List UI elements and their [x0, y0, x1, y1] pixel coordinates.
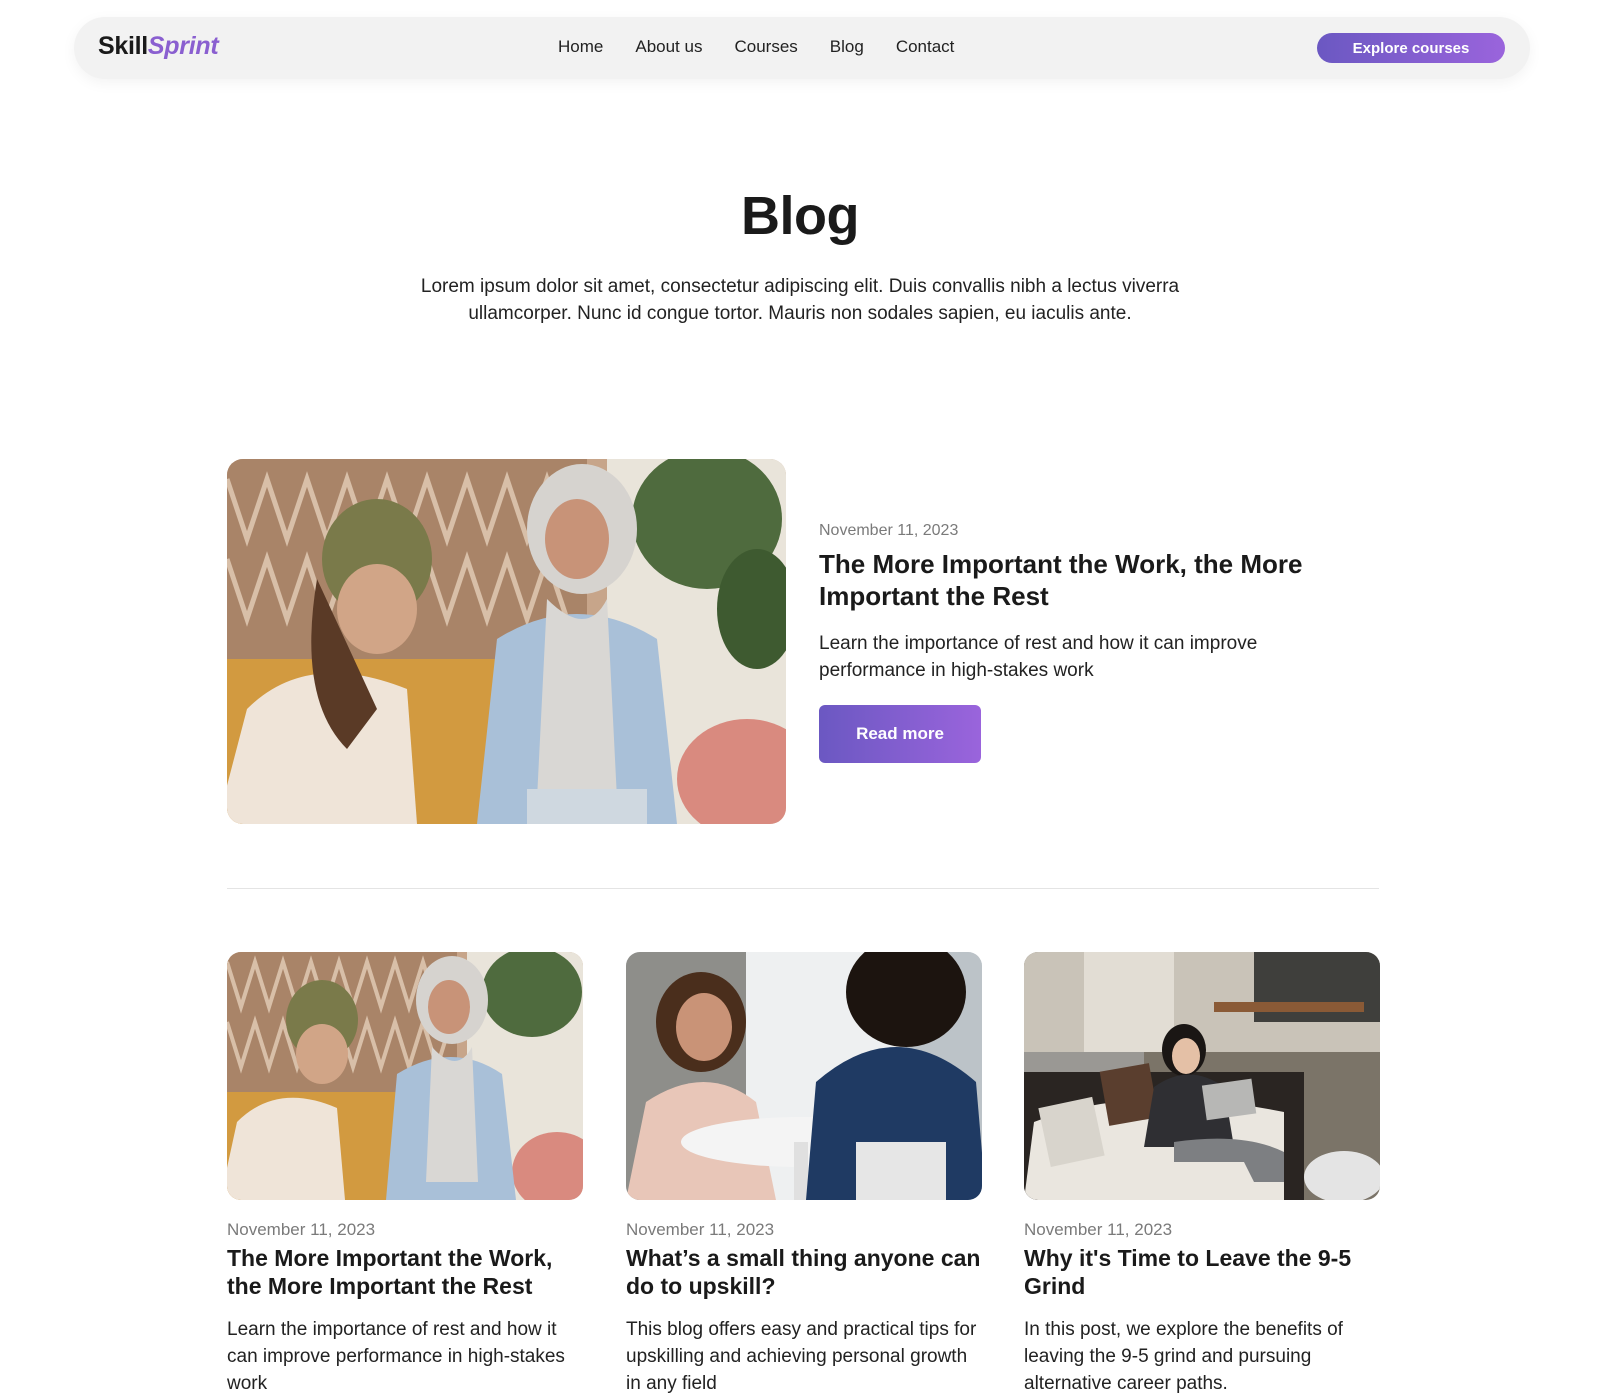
read-more-button[interactable]: Read more	[819, 705, 981, 763]
explore-courses-button[interactable]: Explore courses	[1317, 33, 1505, 63]
featured-post-title[interactable]: The More Important the Work, the More Im…	[819, 548, 1339, 612]
brand-logo-part1: Skill	[98, 32, 148, 60]
nav-link-home[interactable]: Home	[558, 37, 603, 57]
page-subtitle: Lorem ipsum dolor sit amet, consectetur …	[420, 276, 1180, 324]
blog-card-date: November 11, 2023	[626, 1220, 775, 1239]
blog-card-description: This blog offers easy and practical tips…	[626, 1319, 977, 1394]
nav-links: Home About us Courses Blog Contact	[558, 37, 986, 57]
blog-card[interactable]: November 11, 2023 What’s a small thing a…	[626, 952, 982, 1397]
nav-link-blog[interactable]: Blog	[830, 37, 864, 57]
blog-card-image[interactable]	[626, 952, 982, 1200]
blog-card-title[interactable]: What’s a small thing anyone can do to up…	[626, 1244, 982, 1300]
page-title: Blog	[741, 186, 859, 246]
brand-logo-part2: Sprint	[147, 32, 219, 60]
blog-card[interactable]: November 11, 2023 Why it's Time to Leave…	[1024, 952, 1380, 1397]
nav-link-about-us[interactable]: About us	[635, 37, 702, 57]
nav-link-contact[interactable]: Contact	[896, 37, 955, 57]
blog-card-date: November 11, 2023	[1024, 1220, 1173, 1239]
navbar: SkillSprint Home About us Courses Blog C…	[74, 17, 1530, 79]
blog-card-title[interactable]: Why it's Time to Leave the 9-5 Grind	[1024, 1244, 1380, 1300]
featured-post-description: Learn the importance of rest and how it …	[819, 633, 1258, 681]
blog-card-description: In this post, we explore the benefits of…	[1024, 1319, 1343, 1394]
section-divider	[227, 888, 1379, 889]
blog-card-description: Learn the importance of rest and how it …	[227, 1319, 565, 1394]
blog-card-image[interactable]	[1024, 952, 1380, 1200]
brand-logo[interactable]: SkillSprint	[98, 32, 219, 61]
featured-post-date: November 11, 2023	[819, 522, 959, 539]
blog-card[interactable]: November 11, 2023 The More Important the…	[227, 952, 583, 1397]
nav-link-courses[interactable]: Courses	[734, 37, 797, 57]
featured-post-text: November 11, 2023 The More Important the…	[819, 522, 1339, 684]
featured-post-image[interactable]	[227, 459, 786, 824]
blog-card-date: November 11, 2023	[227, 1220, 376, 1239]
blog-card-image[interactable]	[227, 952, 583, 1200]
blog-card-title[interactable]: The More Important the Work, the More Im…	[227, 1244, 583, 1300]
